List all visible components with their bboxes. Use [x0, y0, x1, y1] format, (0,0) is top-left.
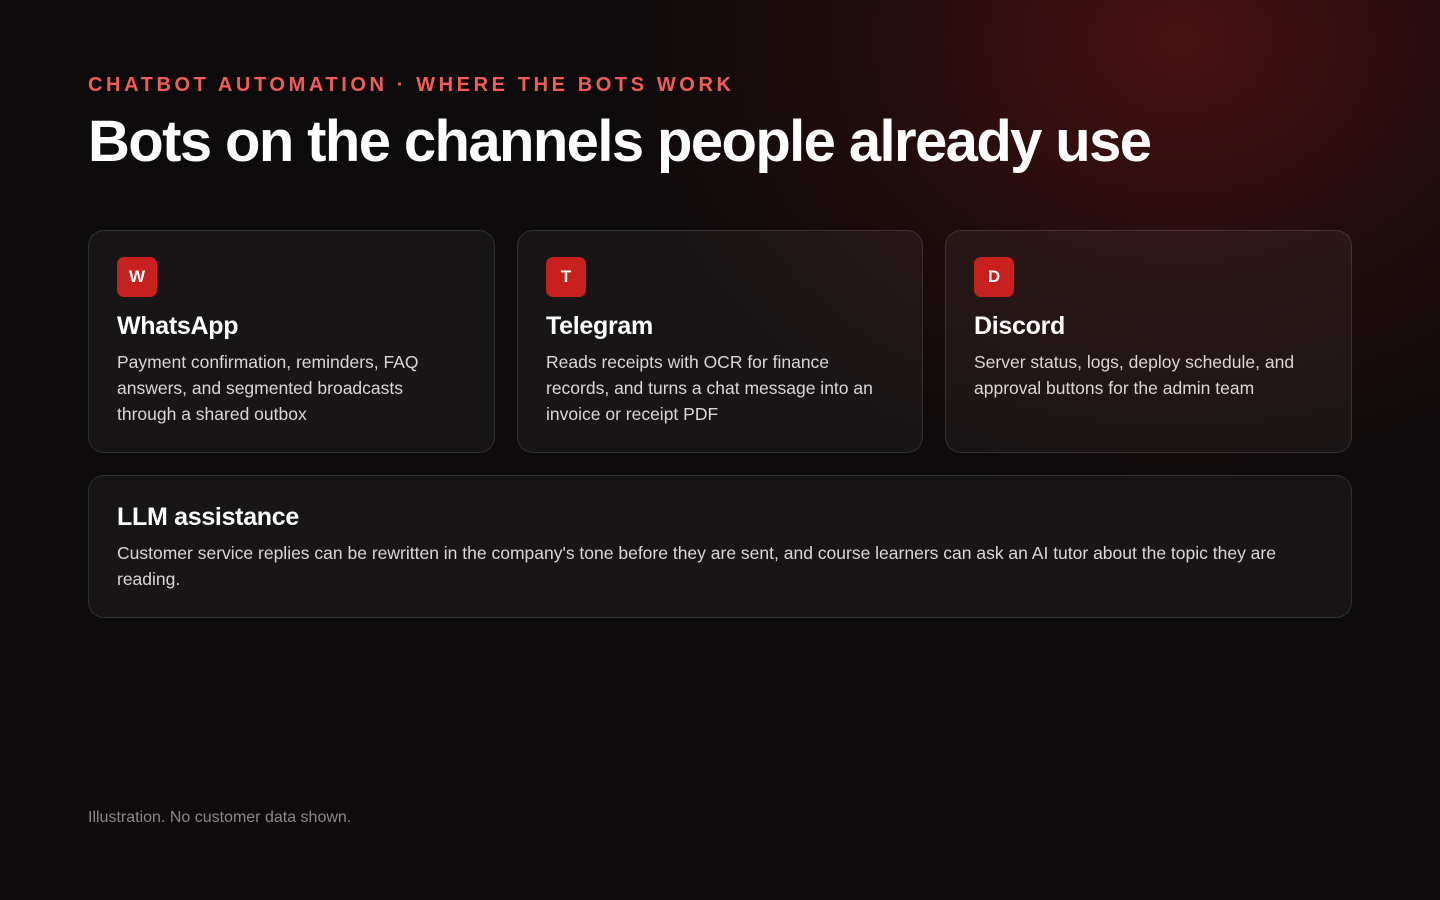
- telegram-badge-icon: T: [546, 257, 586, 297]
- footnote: Illustration. No customer data shown.: [88, 809, 352, 826]
- channel-card-telegram: T Telegram Reads receipts with OCR for f…: [517, 230, 923, 453]
- channel-title: Discord: [974, 312, 1065, 340]
- channel-title: WhatsApp: [117, 312, 239, 340]
- page-title: Bots on the channels people already use: [88, 109, 1152, 174]
- llm-assistance-card: LLM assistance Customer service replies …: [88, 475, 1352, 618]
- channel-card-whatsapp: W WhatsApp Payment confirmation, reminde…: [88, 230, 495, 453]
- whatsapp-badge-icon: W: [117, 257, 157, 297]
- channel-title: Telegram: [546, 312, 653, 340]
- channel-description: Server status, logs, deploy schedule, an…: [974, 352, 1295, 398]
- channel-description: Reads receipts with OCR for finance reco…: [546, 352, 873, 424]
- llm-description: Customer service replies can be rewritte…: [117, 543, 1276, 589]
- eyebrow-label: CHATBOT AUTOMATION · WHERE THE BOTS WORK: [88, 74, 735, 96]
- channel-description: Payment confirmation, reminders, FAQ ans…: [117, 352, 419, 424]
- channel-card-discord: D Discord Server status, logs, deploy sc…: [945, 230, 1352, 453]
- discord-badge-icon: D: [974, 257, 1014, 297]
- llm-title: LLM assistance: [117, 503, 299, 531]
